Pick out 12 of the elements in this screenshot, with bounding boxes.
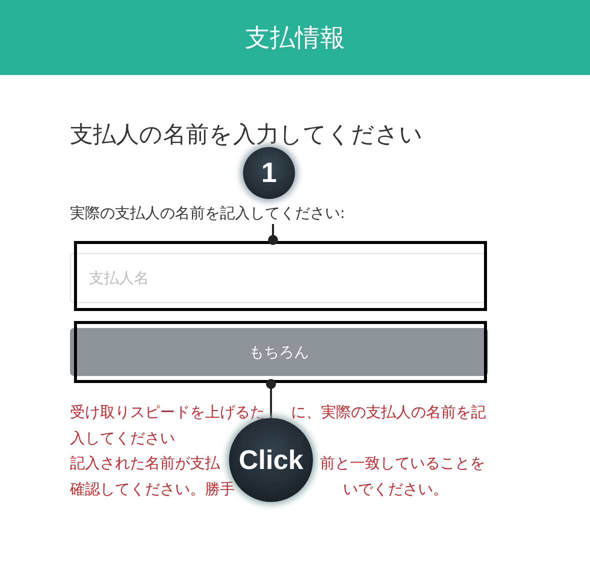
warning-text: 前と一致していることを: [320, 453, 485, 474]
section-heading: 支払人の名前を入力してください: [70, 121, 424, 150]
connector-line: [266, 379, 276, 419]
submit-button[interactable]: もちろん: [70, 328, 488, 376]
warning-text: 記入された名前が支払: [70, 453, 220, 474]
warning-text: いでください。: [343, 478, 448, 500]
connector-line: [268, 224, 278, 245]
step-badge: 1: [243, 147, 295, 199]
name-input-field[interactable]: 支払人名: [70, 253, 487, 303]
field-label: 実際の支払人の名前を記入してください:: [70, 203, 346, 223]
warning-text: 入してください: [70, 428, 175, 448]
page-title: 支払情報: [245, 22, 345, 54]
